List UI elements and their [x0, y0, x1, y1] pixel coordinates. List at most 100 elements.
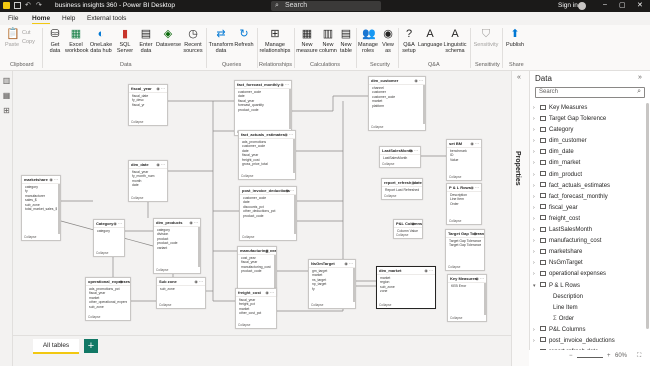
table-card-title[interactable]: ◉ ⋯ Sub zone [157, 278, 205, 286]
visibility-icon[interactable]: ◉ ⋯ [156, 86, 165, 91]
report-view-icon[interactable]: ▥ [2, 76, 11, 85]
zoom-in-icon[interactable]: + [607, 353, 611, 359]
table-card-title[interactable]: ◉ ⋯ NsGmTarget [309, 260, 355, 268]
table-item[interactable]: › dim_customer [533, 136, 647, 147]
zoom-out-icon[interactable]: − [569, 353, 573, 359]
table-item[interactable]: › fact_actuals_estimates [533, 181, 647, 192]
table-field[interactable]: platform [372, 104, 422, 108]
save-icon[interactable] [14, 2, 21, 9]
table-item[interactable]: › Category [533, 125, 647, 136]
table-card-dim-products[interactable]: ◉ ⋯ dim_products category division product pr… [153, 218, 201, 274]
visibility-icon[interactable]: ◉ ⋯ [280, 82, 289, 87]
chevron-right-icon[interactable]: › [533, 192, 540, 203]
table-card-set-bm[interactable]: ◉ ⋯ set BM benchmark ID Value Collapse [446, 139, 482, 181]
card-scrollbar[interactable] [274, 255, 276, 290]
card-scrollbar[interactable] [289, 89, 291, 129]
collapse-link[interactable]: Collapse [131, 196, 143, 200]
table-field[interactable]: other_operational_expense_pct [89, 300, 127, 304]
table-card-nsgmtarget[interactable]: ◉ ⋯ NsGmTarget gm_target market ns_target np_… [308, 259, 356, 309]
table-field[interactable]: Value [450, 158, 478, 162]
table-card-title[interactable]: ◉ ⋯ fact_forecast_monthly [235, 81, 291, 89]
visibility-icon[interactable]: ◉ ⋯ [189, 220, 198, 225]
table-card-freight-cost[interactable]: ◉ ⋯ freight_cost fiscal_year freight_pct mar… [235, 288, 277, 329]
tab-all-tables[interactable]: All tables [33, 339, 79, 354]
table-card-title[interactable]: ◉ ⋯ dim_market [377, 267, 435, 275]
maximize-icon[interactable]: ▢ [619, 1, 626, 9]
properties-pane-collapsed[interactable]: « Properties [511, 71, 529, 366]
chevron-right-icon[interactable]: › [533, 269, 540, 280]
table-card-title[interactable]: ◉ ⋯ dim_customer [369, 77, 425, 85]
tab-help[interactable]: Help [62, 15, 75, 22]
table-card-title[interactable]: ◉ ⋯ freight_cost [236, 289, 276, 297]
table-field[interactable]: fiscal_yr [132, 103, 164, 107]
cut-button[interactable]: Cut [22, 30, 38, 36]
visibility-icon[interactable]: ◉ ⋯ [424, 268, 433, 273]
collapse-link[interactable]: Collapse [384, 194, 396, 198]
table-card-title[interactable]: ◉ ⋯ fiscal_year [129, 85, 167, 93]
field-item[interactable]: Σ Order [533, 314, 647, 325]
card-scrollbar[interactable] [353, 268, 355, 302]
table-item[interactable]: › Target Gap Tolerence [533, 114, 647, 125]
table-card-title[interactable]: ◉ ⋯ LastSalesMonth [380, 147, 420, 155]
visibility-icon[interactable]: ◉ ⋯ [194, 279, 203, 284]
table-field[interactable]: variant [157, 246, 197, 250]
collapse-link[interactable]: Collapse [371, 125, 383, 129]
sensitivity-button[interactable]: ⛉ Sensitivity [472, 28, 500, 48]
chevron-right-icon[interactable]: › [533, 247, 540, 258]
table-card-p-l-rows[interactable]: ◉ ⋯ P & L Rows Description Line Item Order Co… [446, 183, 482, 225]
table-card-category[interactable]: ◉ ⋯ Category category Collapse [93, 219, 125, 257]
tab-file[interactable]: File [8, 15, 18, 22]
refresh-button[interactable]: ↻ Refresh [234, 28, 254, 48]
sign-in-link[interactable]: Sign in [558, 2, 578, 9]
field-item[interactable]: Line Item [533, 303, 647, 314]
table-card-fact-forecast-monthly[interactable]: ◉ ⋯ fact_forecast_monthly customer_code dat… [234, 80, 292, 136]
table-card-title[interactable]: ◉ ⋯ P & L Rows [447, 184, 481, 192]
new-column-button[interactable]: ▥ New column [318, 28, 338, 54]
publish-button[interactable]: ⬆ Publish [504, 28, 526, 48]
onelake-data-hub-button[interactable]: ◐ OneLake data hub [89, 28, 113, 54]
chevron-right-icon[interactable]: › [533, 214, 540, 225]
chevron-right-icon[interactable]: › [533, 225, 540, 236]
transform-data-button[interactable]: ⇄ Transform data [208, 28, 234, 54]
tab-external-tools[interactable]: External tools [87, 15, 126, 22]
visibility-icon[interactable]: ◉ ⋯ [284, 132, 293, 137]
minimize-icon[interactable]: – [603, 1, 607, 8]
chevron-right-icon[interactable]: › [533, 170, 540, 181]
table-card-title[interactable]: ◉ ⋯ dim_date [129, 161, 167, 169]
table-card-fact-actuals-estimates[interactable]: ◉ ⋯ fact_actuals_estimates ads_promotions c… [238, 130, 296, 180]
table-field[interactable]: fy [312, 287, 352, 291]
table-field[interactable]: total_market_sales_$ [25, 207, 57, 211]
model-canvas[interactable]: ◉ ⋯ fiscal_year fiscal_date fy_desc fiscal_y… [13, 71, 511, 335]
view-as-button[interactable]: ◉ View as [380, 28, 396, 54]
card-scrollbar[interactable] [484, 283, 486, 315]
add-layout-button[interactable]: + [84, 339, 98, 353]
chevron-right-icon[interactable]: › [533, 103, 540, 114]
visibility-icon[interactable]: ◉ ⋯ [265, 290, 274, 295]
sql-server-button[interactable]: ▮ SQL Server [116, 28, 134, 54]
table-item[interactable]: › LastSalesMonth [533, 225, 647, 236]
table-item[interactable]: ▾ P & L Rows [533, 281, 647, 292]
table-item[interactable]: › dim_market [533, 158, 647, 169]
card-scrollbar[interactable] [293, 139, 295, 173]
table-item[interactable]: › NsGmTarget [533, 258, 647, 269]
table-card-operational-expenses[interactable]: ◉ ⋯ operational_expenses ads_promotions_pc… [85, 277, 131, 321]
table-field[interactable]: LastSalesMonth [383, 156, 417, 160]
table-field[interactable]: product_code [241, 269, 273, 273]
collapse-link[interactable]: Collapse [24, 235, 36, 239]
table-item[interactable]: › Key Measures [533, 103, 647, 114]
table-card-title[interactable]: ◉ ⋯ Category [94, 220, 124, 228]
chevron-right-icon[interactable]: › [533, 236, 540, 247]
table-card-title[interactable]: ◉ ⋯ fact_actuals_estimates [239, 131, 295, 139]
manage-roles-button[interactable]: 👥 Manage roles [358, 28, 378, 54]
new-table-button[interactable]: ▤ New table [338, 28, 354, 54]
collapse-link[interactable]: Collapse [448, 265, 460, 269]
paste-button[interactable]: 📋 Paste [4, 28, 20, 48]
table-card-title[interactable]: ◉ ⋯ set BM [447, 140, 481, 148]
table-field[interactable]: Target Gap Tolerance Value [449, 243, 481, 247]
table-field[interactable]: other_cost_pct [239, 311, 273, 315]
table-item[interactable]: › freight_cost [533, 214, 647, 225]
collapse-link[interactable]: Collapse [311, 303, 323, 307]
table-card-key-measures[interactable]: ◉ ⋯ Key Measures KEB Error Collapse [447, 274, 487, 322]
table-card-marketshare[interactable]: ◉ ⋯ marketshare category fy manufacturer sale… [21, 175, 61, 241]
table-item[interactable]: › dim_product [533, 170, 647, 181]
